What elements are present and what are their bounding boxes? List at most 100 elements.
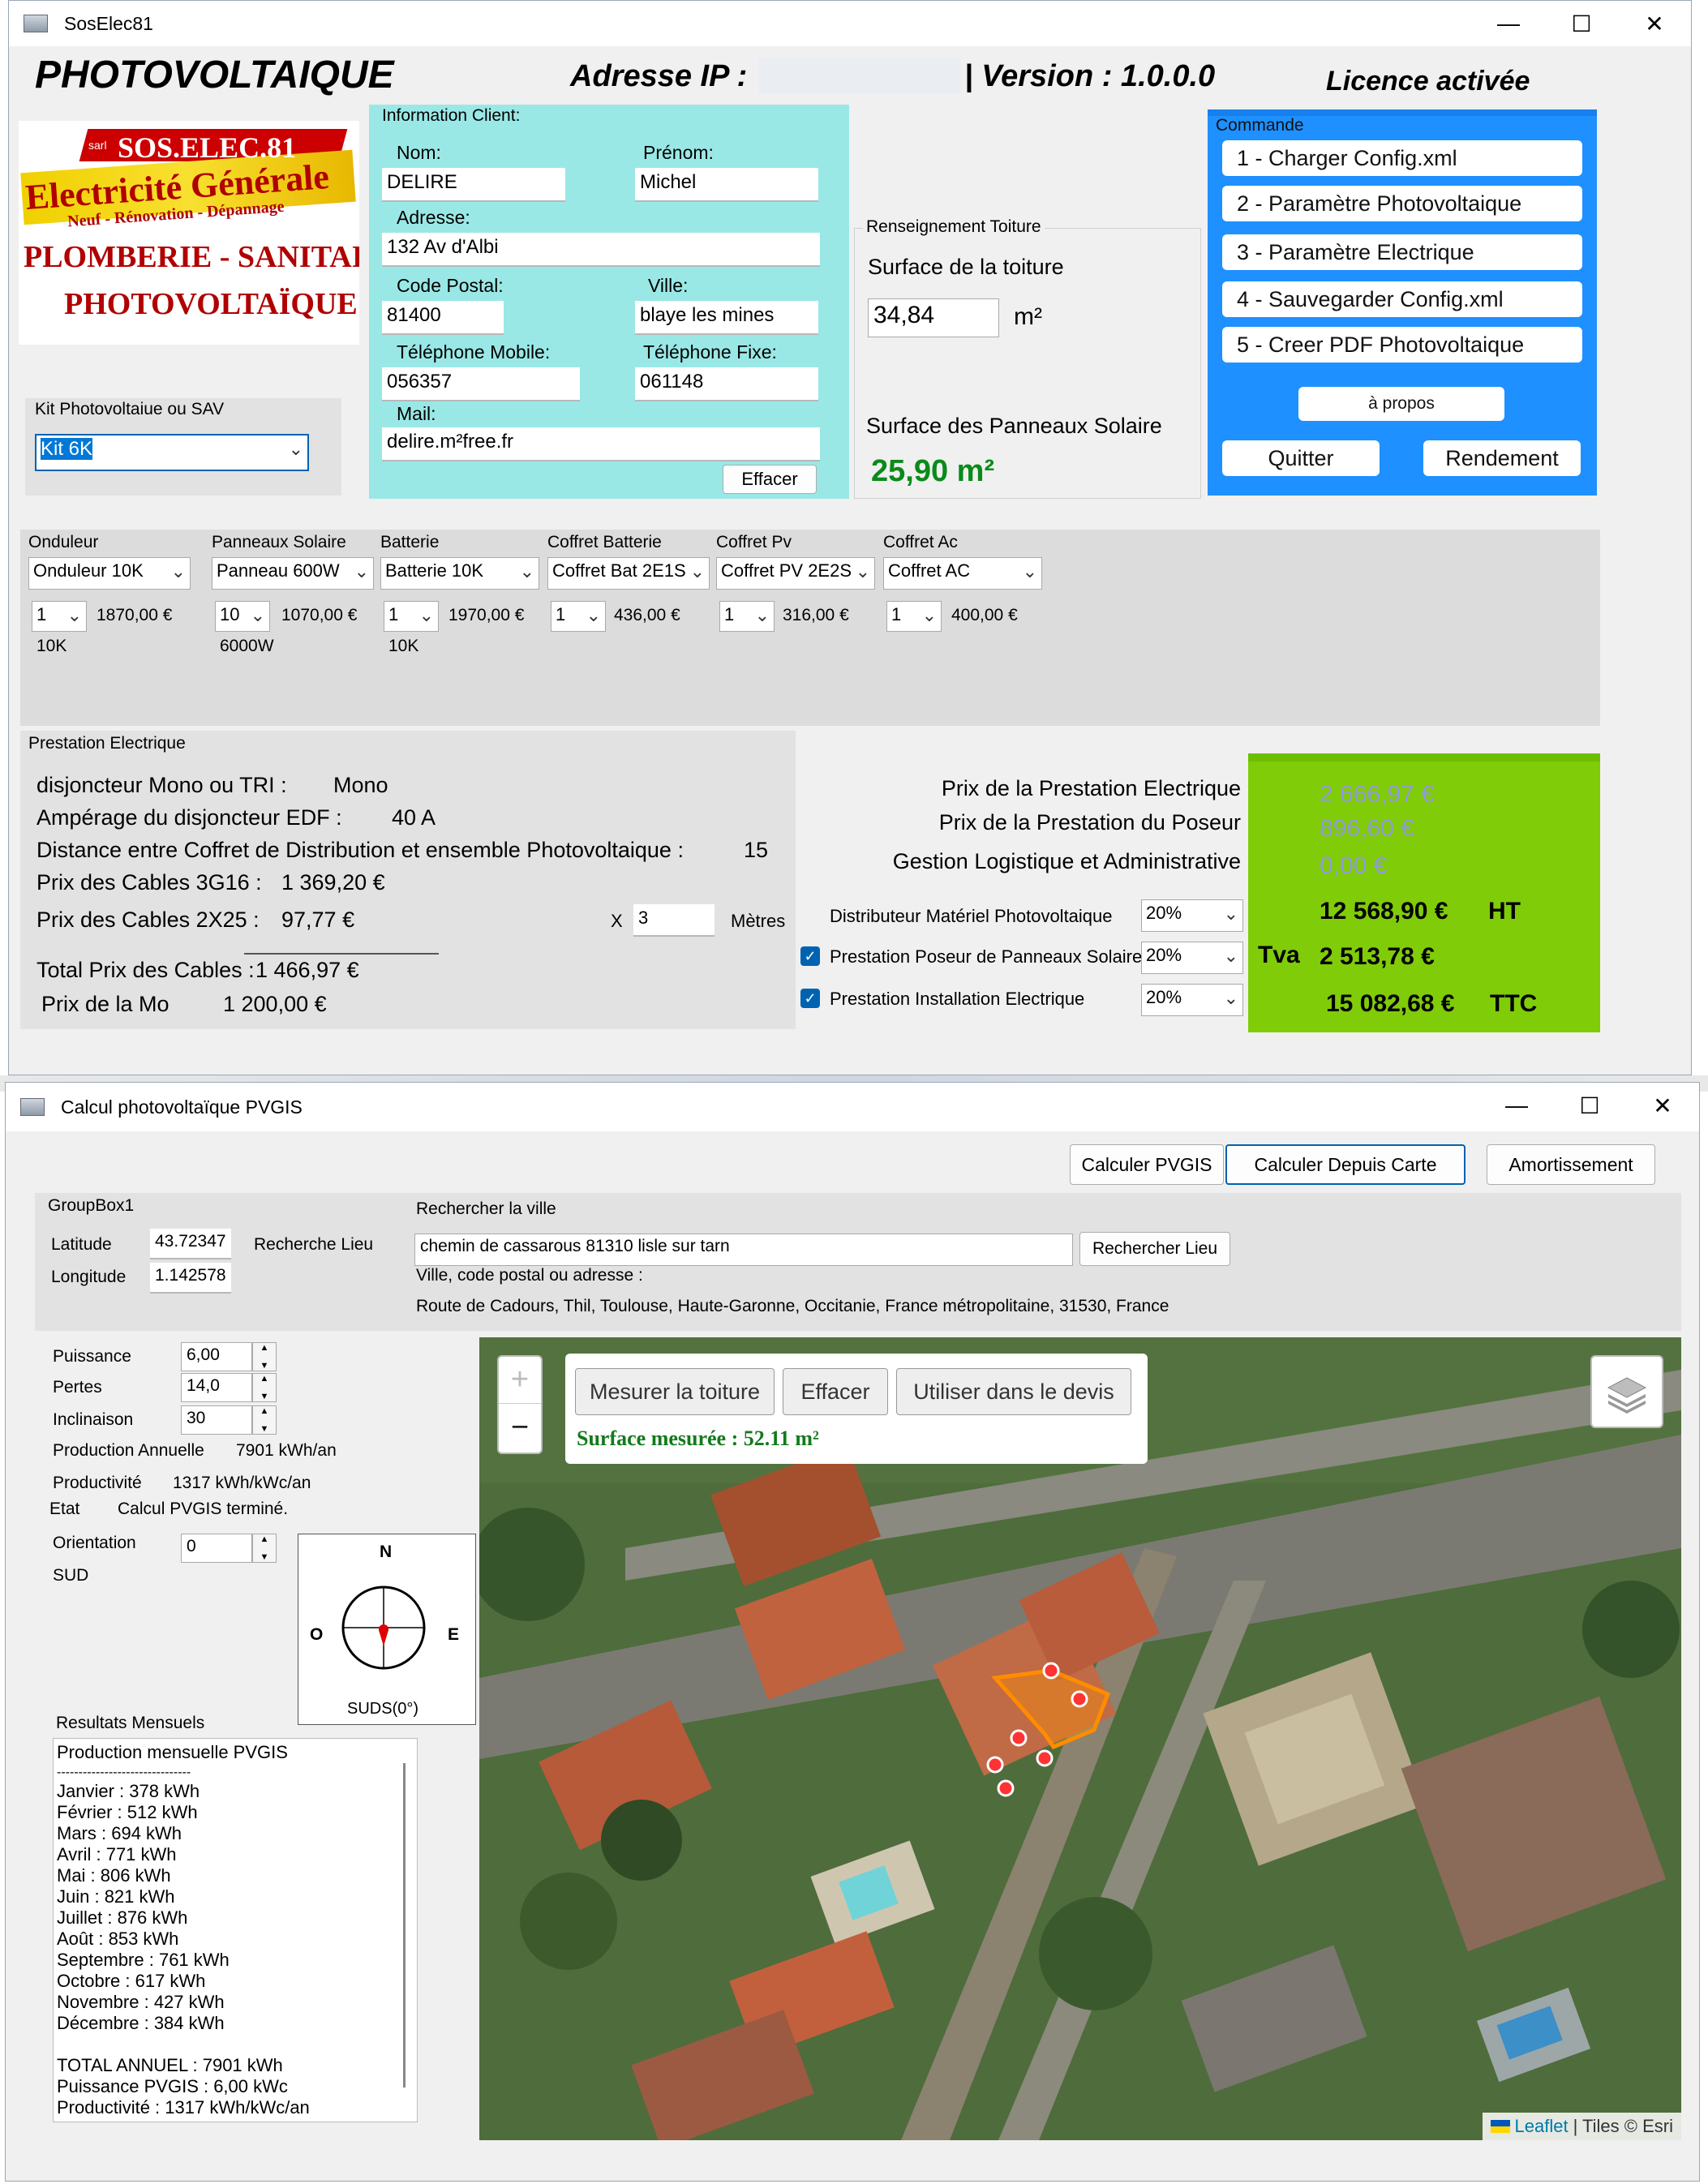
cp-field[interactable]: 81400 [382,301,504,335]
utiliser-devis-button[interactable]: Utiliser dans le devis [896,1368,1131,1415]
down-arrow-icon[interactable]: ▼ [260,1424,269,1434]
down-arrow-icon[interactable]: ▼ [260,1392,269,1401]
layers-control[interactable] [1590,1355,1663,1428]
ville-field[interactable]: blaye les mines [635,301,818,335]
puissance-spinner[interactable]: ▲ ▼ [252,1342,277,1371]
materiel-qty-2[interactable]: 1 ⌄ [384,601,439,632]
results-listbox[interactable]: Production mensuelle PVGIS -------------… [53,1738,418,2122]
materiel-qty-1[interactable]: 10 ⌄ [215,601,270,632]
mesurer-toiture-button[interactable]: Mesurer la toiture [575,1368,775,1415]
chevron-down-icon: ⌄ [1022,561,1037,581]
latitude-field[interactable]: 43.72347 [150,1229,231,1259]
rechercher-lieu-button[interactable]: Rechercher Lieu [1079,1232,1230,1266]
mobile-field[interactable]: 056357 [382,367,580,401]
adresse-field[interactable]: 132 Av d'Albi [382,233,820,267]
minimize-icon[interactable]: — [1480,1083,1553,1128]
parametre-electrique-button[interactable]: 3 - Paramètre Electrique [1222,234,1582,270]
nom-field[interactable]: DELIRE [382,168,565,202]
map-effacer-button[interactable]: Effacer [783,1368,888,1415]
metres-input[interactable]: 3 [633,904,715,937]
client-effacer-button[interactable]: Effacer [723,465,817,494]
disj-value: Mono [333,773,388,797]
materiel-select-2[interactable]: Batterie 10K ⌄ [380,557,539,590]
distrib-pct-select[interactable]: 20% ⌄ [1141,899,1243,932]
client-group-label: Information Client: [382,106,521,125]
maximize-icon[interactable]: ☐ [1545,1,1618,46]
install-pct-select[interactable]: 20% ⌄ [1141,984,1243,1016]
sauvegarder-config-button[interactable]: 4 - Sauvegarder Config.xml [1222,281,1582,317]
results-title: Production mensuelle PVGIS [57,1742,288,1762]
calculer-carte-button[interactable]: Calculer Depuis Carte [1225,1144,1466,1185]
tva-label: Tva [1258,942,1300,968]
materiel-select-4[interactable]: Coffret PV 2E2S ⌄ [716,557,875,590]
chevron-down-icon: ⌄ [519,561,534,581]
materiel-select-5[interactable]: Coffret AC ⌄ [883,557,1042,590]
maximize-icon[interactable]: ☐ [1553,1083,1626,1128]
materiel-select-1[interactable]: Panneau 600W ⌄ [212,557,374,590]
install-checkbox[interactable]: ✓ [800,989,820,1008]
company-logo: sarl SOS.ELEC.81 Electricité Générale Ne… [19,121,359,345]
materiel-panel: Onduleur Onduleur 10K ⌄ 1 ⌄ 1870,00 €10K Panne… [20,530,1600,726]
chevron-down-icon: ⌄ [170,561,186,581]
materiel-qty-0[interactable]: 1 ⌄ [32,601,87,632]
amortissement-button[interactable]: Amortissement [1487,1144,1655,1185]
puissance-input[interactable]: 6,00 [181,1342,252,1371]
leaflet-link[interactable]: Leaflet [1515,2116,1569,2137]
poseur-pct-select[interactable]: 20% ⌄ [1141,942,1243,974]
materiel-qty-value: 1 [36,604,47,624]
materiel-select-0[interactable]: Onduleur 10K ⌄ [28,557,191,590]
parametre-photovoltaique-button[interactable]: 2 - Paramètre Photovoltaique [1222,186,1582,221]
surface-toiture-input[interactable]: 34,84 [868,298,999,337]
surface-unit: m² [1014,303,1042,330]
layers-icon [1607,1377,1647,1414]
down-arrow-icon[interactable]: ▼ [260,1361,269,1371]
quitter-button[interactable]: Quitter [1222,440,1380,476]
results-sep: ------------------------------- [57,1766,191,1779]
down-arrow-icon[interactable]: ▼ [260,1552,269,1562]
zoom-in-button[interactable]: + [499,1357,541,1404]
prenom-field[interactable]: Michel [635,168,818,202]
longitude-field[interactable]: 1.142578 [150,1263,231,1294]
calculer-pvgis-button[interactable]: Calculer PVGIS [1070,1144,1224,1185]
ttc-value: 15 082,68 € [1326,990,1455,1017]
rendement-button[interactable]: Rendement [1423,440,1581,476]
fixe-field[interactable]: 061148 [635,367,818,401]
pertes-spinner[interactable]: ▲ ▼ [252,1373,277,1402]
pertes-input[interactable]: 14,0 [181,1373,252,1402]
up-arrow-icon[interactable]: ▲ [260,1534,269,1544]
results-productivite: Productivité : 1317 kWh/kWc/an [57,2097,310,2117]
mail-field[interactable]: delire.m²free.fr [382,427,820,461]
up-arrow-icon[interactable]: ▲ [260,1406,269,1416]
scrollbar[interactable] [403,1763,406,2087]
orientation-input[interactable]: 0 [181,1534,252,1563]
up-arrow-icon[interactable]: ▲ [260,1343,269,1353]
minimize-icon[interactable]: — [1472,1,1545,46]
zoom-out-button[interactable]: − [499,1404,541,1451]
inclinaison-input[interactable]: 30 [181,1405,252,1435]
satellite-map[interactable]: + − Mesurer la toiture Effacer Utiliser … [479,1337,1681,2140]
amp-label: Ampérage du disjoncteur EDF : [36,805,342,830]
materiel-qty-3[interactable]: 1 ⌄ [551,601,606,632]
app-icon [20,1098,45,1116]
up-arrow-icon[interactable]: ▲ [260,1374,269,1384]
latitude-label: Latitude [51,1235,112,1254]
logo-line3: PLOMBERIE - SANITAIRE [24,240,359,274]
search-input[interactable]: chemin de cassarous 81310 lisle sur tarn [414,1234,1073,1266]
kit-select[interactable]: Kit 6K ⌄ [35,434,309,471]
divider [244,953,439,955]
search-group-label: Rechercher la ville [416,1199,556,1218]
close-icon[interactable]: ✕ [1618,1,1691,46]
poseur-checkbox[interactable]: ✓ [800,946,820,966]
creer-pdf-button[interactable]: 5 - Creer PDF Photovoltaique [1222,327,1582,363]
materiel-sub-0: 10K [36,637,67,655]
materiel-qty-value: 1 [388,604,399,624]
inclinaison-spinner[interactable]: ▲ ▼ [252,1405,277,1435]
materiel-select-3[interactable]: Coffret Bat 2E1S ⌄ [547,557,710,590]
materiel-qty-4[interactable]: 1 ⌄ [719,601,775,632]
charger-config-button[interactable]: 1 - Charger Config.xml [1222,140,1582,176]
apropos-button[interactable]: à propos [1298,387,1504,421]
materiel-qty-5[interactable]: 1 ⌄ [886,601,942,632]
compass-n: N [380,1543,393,1561]
orientation-spinner[interactable]: ▲ ▼ [252,1534,277,1563]
close-icon[interactable]: ✕ [1626,1083,1699,1128]
